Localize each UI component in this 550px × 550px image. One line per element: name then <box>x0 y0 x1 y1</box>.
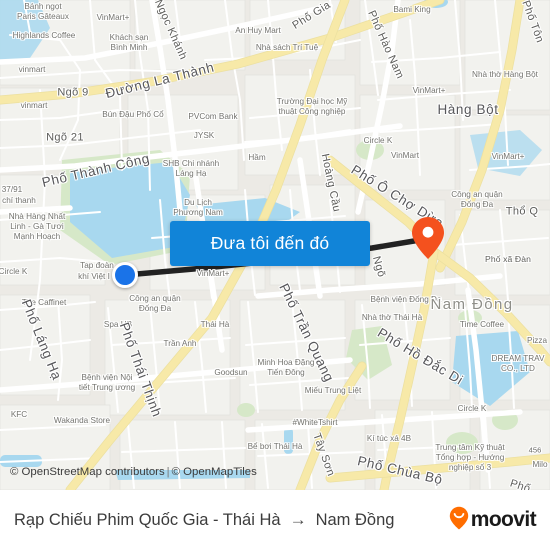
take-me-there-button[interactable]: Đưa tôi đến đó <box>170 221 370 266</box>
trip-summary: Rạp Chiếu Phim Quốc Gia - Thái Hà → Nam … <box>14 510 449 530</box>
trip-destination: Nam Đồng <box>315 510 395 529</box>
trip-origin: Rạp Chiếu Phim Quốc Gia - Thái Hà <box>14 510 281 529</box>
map-canvas[interactable]: .blk { fill:#f2f2ee; stroke:#e2e2dc; str… <box>0 0 550 490</box>
moovit-wordmark: moovit <box>470 508 537 531</box>
attribution-separator: | <box>166 466 170 478</box>
arrow-right-icon: → <box>289 510 307 529</box>
map-attribution: © OpenStreetMap contributors | © OpenMapTi… <box>0 466 550 478</box>
footer-bar: Rạp Chiếu Phim Quốc Gia - Thái Hà → Nam … <box>0 490 550 550</box>
map-screen: .blk { fill:#f2f2ee; stroke:#e2e2dc; str… <box>0 0 550 550</box>
attribution-osm[interactable]: © OpenStreetMap contributors <box>10 466 165 478</box>
moovit-logo[interactable]: moovit <box>449 506 537 535</box>
destination-pin-icon[interactable] <box>411 216 445 260</box>
moovit-pin-icon <box>449 506 469 535</box>
attribution-tiles[interactable]: © OpenMapTiles <box>172 466 257 478</box>
origin-dot-icon[interactable] <box>112 262 138 288</box>
